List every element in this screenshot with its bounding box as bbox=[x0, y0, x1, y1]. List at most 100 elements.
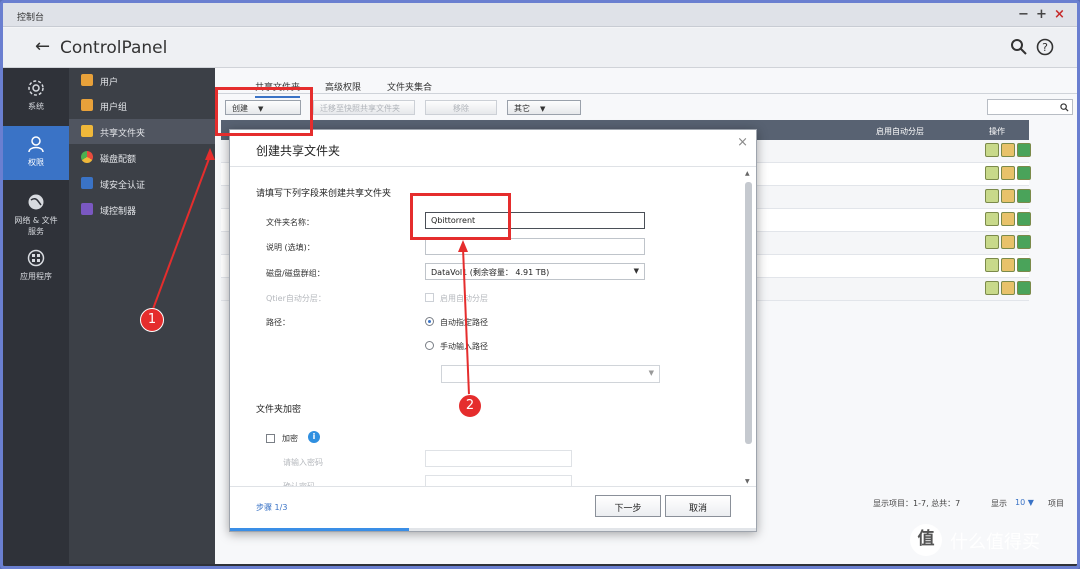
progress-fill bbox=[230, 528, 409, 531]
permission-icon[interactable] bbox=[1001, 143, 1015, 157]
permission-icon[interactable] bbox=[1001, 258, 1015, 272]
edit-icon[interactable] bbox=[985, 258, 999, 272]
items-unit: 项目 bbox=[1048, 499, 1064, 508]
subnav-item-domain-security[interactable]: 域安全认证 bbox=[69, 171, 215, 196]
app-title: ControlPanel bbox=[60, 38, 168, 58]
scroll-down-icon[interactable]: ▼ bbox=[745, 478, 750, 485]
permission-icon[interactable] bbox=[1001, 212, 1015, 226]
info-icon[interactable]: i bbox=[308, 431, 320, 443]
refresh-icon[interactable] bbox=[1017, 212, 1031, 226]
nav-item-apps[interactable]: 应用程序 bbox=[3, 248, 69, 288]
tab-advanced-permissions[interactable]: 高级权限 bbox=[325, 80, 361, 93]
app-header: ← ControlPanel ? bbox=[3, 28, 1077, 68]
scroll-up-icon[interactable]: ▲ bbox=[745, 170, 750, 177]
encrypt-checkbox[interactable] bbox=[266, 434, 275, 443]
edit-icon[interactable] bbox=[985, 235, 999, 249]
domain-icon bbox=[81, 177, 93, 189]
annotation-badge-2: 2 bbox=[458, 394, 482, 418]
other-button[interactable]: 其它 ▼ bbox=[507, 100, 581, 115]
cancel-button[interactable]: 取消 bbox=[665, 495, 731, 517]
tab-folder-aggregation[interactable]: 文件夹集合 bbox=[387, 80, 432, 93]
password-input[interactable] bbox=[425, 450, 572, 467]
subnav-item-groups[interactable]: 用户组 bbox=[69, 93, 215, 118]
edit-icon[interactable] bbox=[985, 212, 999, 226]
comment-input[interactable] bbox=[425, 238, 645, 255]
permission-icon[interactable] bbox=[1001, 166, 1015, 180]
row-actions bbox=[985, 189, 1031, 205]
nav-item-network[interactable]: 网络 & 文件 服务 bbox=[3, 192, 69, 242]
help-icon[interactable]: ? bbox=[1036, 38, 1054, 56]
nav-label: 权限 bbox=[28, 158, 44, 167]
remove-button[interactable]: 移除 bbox=[425, 100, 497, 115]
chevron-down-icon: ▼ bbox=[633, 267, 639, 275]
qtier-checkbox[interactable] bbox=[425, 293, 434, 302]
refresh-icon[interactable] bbox=[1017, 189, 1031, 203]
highlight-folder-name bbox=[410, 193, 511, 240]
scrollbar[interactable]: ▲ ▼ bbox=[745, 170, 752, 485]
encrypt-label: 加密 bbox=[282, 434, 298, 443]
path-manual-label: 手动输入路径 bbox=[440, 342, 488, 351]
controller-icon bbox=[81, 203, 93, 215]
minimize-button[interactable]: − bbox=[1018, 7, 1029, 22]
row-actions bbox=[985, 143, 1031, 159]
row-actions bbox=[985, 212, 1031, 228]
close-icon[interactable]: × bbox=[737, 135, 748, 150]
close-button[interactable]: × bbox=[1054, 7, 1065, 22]
qtier-label: Qtier自动分层： bbox=[266, 294, 326, 303]
refresh-icon[interactable] bbox=[1017, 235, 1031, 249]
subnav-item-quota[interactable]: 磁盘配额 bbox=[69, 145, 215, 170]
dialog-intro: 请填写下列字段来创建共享文件夹 bbox=[256, 189, 392, 199]
app-window: 控制台 − + × ← ControlPanel ? 系统 权限 网络 & 文件… bbox=[0, 0, 1080, 569]
maximize-button[interactable]: + bbox=[1036, 7, 1047, 22]
edit-icon[interactable] bbox=[985, 189, 999, 203]
row-actions bbox=[985, 258, 1031, 274]
refresh-icon[interactable] bbox=[1017, 143, 1031, 157]
subnav-item-domain-controller[interactable]: 域控制器 bbox=[69, 197, 215, 222]
nav-item-privilege[interactable]: 权限 bbox=[3, 126, 69, 180]
path-manual-radio[interactable] bbox=[425, 341, 434, 350]
scrollbar-thumb[interactable] bbox=[745, 182, 752, 444]
display-items-text: 显示项目：1-7, 总共：7 bbox=[873, 499, 961, 508]
edit-icon[interactable] bbox=[985, 281, 999, 295]
row-actions bbox=[985, 281, 1031, 297]
row-actions bbox=[985, 235, 1031, 251]
window-title: 控制台 bbox=[17, 13, 45, 23]
move-to-snapshot-button[interactable]: 迁移至快照共享文件夹 bbox=[313, 100, 415, 115]
next-button[interactable]: 下一步 bbox=[595, 495, 661, 517]
search-icon[interactable] bbox=[1010, 38, 1028, 56]
per-page-select[interactable]: 10 ▼ bbox=[1015, 498, 1034, 507]
arrow-left-icon[interactable]: ← bbox=[35, 36, 50, 57]
step-progress-bar bbox=[230, 528, 756, 531]
toolbar: 创建 ▼ 迁移至快照共享文件夹 移除 其它 ▼ bbox=[215, 95, 1077, 119]
subnav-item-users[interactable]: 用户 bbox=[69, 68, 215, 93]
nav-item-system[interactable]: 系统 bbox=[3, 74, 69, 124]
disk-label: 磁盘/磁盘群组： bbox=[266, 269, 325, 278]
row-actions bbox=[985, 166, 1031, 182]
path-auto-radio[interactable] bbox=[425, 317, 434, 326]
search-input[interactable] bbox=[987, 99, 1073, 115]
permission-icon[interactable] bbox=[1001, 189, 1015, 203]
refresh-icon[interactable] bbox=[1017, 281, 1031, 295]
password-label: 请输入密码 bbox=[283, 458, 323, 467]
user-group-icon bbox=[81, 99, 93, 111]
path-select[interactable]: ▼ bbox=[441, 365, 660, 383]
disk-select[interactable]: DataVol1 (剩余容量： 4.91 TB) ▼ bbox=[425, 263, 645, 280]
watermark-text: 什么值得买 bbox=[950, 532, 1040, 553]
bottom-strip bbox=[3, 564, 1077, 566]
edit-icon[interactable] bbox=[985, 166, 999, 180]
apps-icon bbox=[27, 249, 45, 267]
edit-icon[interactable] bbox=[985, 143, 999, 157]
display-label: 显示 bbox=[991, 499, 1007, 508]
folder-name-label: 文件夹名称： bbox=[266, 218, 314, 227]
encrypt-section-title: 文件夹加密 bbox=[256, 405, 302, 415]
refresh-icon[interactable] bbox=[1017, 258, 1031, 272]
refresh-icon[interactable] bbox=[1017, 166, 1031, 180]
watermark-logo: 值 bbox=[910, 524, 942, 556]
nav-label: 网络 & 文件 bbox=[14, 216, 58, 225]
qtier-option-label: 启用自动分层 bbox=[440, 294, 488, 303]
permission-icon[interactable] bbox=[1001, 281, 1015, 295]
subnav-item-shared-folders[interactable]: 共享文件夹 bbox=[69, 119, 215, 144]
permission-icon[interactable] bbox=[1001, 235, 1015, 249]
path-label: 路径： bbox=[266, 318, 290, 327]
pie-chart-icon bbox=[81, 151, 93, 163]
